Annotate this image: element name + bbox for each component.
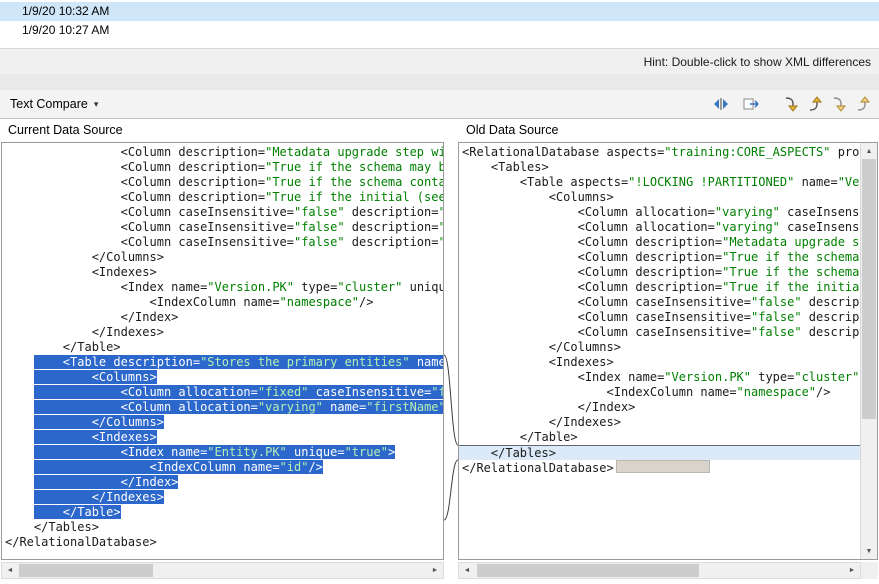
code-line[interactable]: <Column description="True if the initial…	[462, 280, 860, 295]
compare-editor-screen: 1/9/20 10:32 AM1/9/20 10:27 AM Hint: Dou…	[0, 0, 879, 584]
history-list: 1/9/20 10:32 AM1/9/20 10:27 AM	[0, 2, 879, 40]
code-line[interactable]: <Column description="True if the schema …	[462, 250, 860, 265]
diff-connector-lines	[444, 142, 458, 560]
code-line[interactable]: <Column caseInsensitive="false" descript…	[5, 235, 443, 250]
arrow-right-icon: ►	[849, 567, 856, 574]
code-line[interactable]: </Index>	[5, 475, 443, 490]
scroll-down-button[interactable]: ▼	[861, 543, 877, 559]
select-next-difference-icon[interactable]	[779, 94, 803, 114]
code-line[interactable]: </Indexes>	[462, 415, 860, 430]
select-next-change-icon[interactable]	[827, 94, 851, 114]
right-pane-title: Old Data Source	[466, 120, 558, 140]
code-line[interactable]: <Indexes>	[5, 430, 443, 445]
history-row[interactable]: 1/9/20 10:32 AM	[0, 2, 879, 21]
code-line[interactable]: <Column allocation="fixed" caseInsensiti…	[5, 385, 443, 400]
code-line[interactable]: <Column allocation="varying" name="first…	[5, 400, 443, 415]
code-line[interactable]: <Tables>	[462, 160, 860, 175]
code-line[interactable]: <Column description="Metadata upgrade st…	[462, 235, 860, 250]
code-line[interactable]: <IndexColumn name="namespace"/>	[462, 385, 860, 400]
copy-current-change-icon[interactable]	[739, 94, 763, 114]
code-line[interactable]: </Table>	[5, 340, 443, 355]
hint-text: Hint: Double-click to show XML differenc…	[644, 55, 871, 69]
scroll-right-button[interactable]: ►	[427, 563, 443, 578]
code-line[interactable]: <IndexColumn name="namespace"/>	[5, 295, 443, 310]
hint-bar: Hint: Double-click to show XML differenc…	[0, 48, 879, 74]
code-line[interactable]: <Column allocation="varying" caseInsensi…	[462, 205, 860, 220]
code-line[interactable]: <Column description="True if the schema …	[5, 160, 443, 175]
select-previous-difference-icon[interactable]	[803, 94, 827, 114]
toolbar-icons	[709, 94, 875, 114]
arrow-up-icon: ▲	[866, 148, 873, 155]
scroll-left-button[interactable]: ◄	[2, 563, 18, 578]
code-line[interactable]: </Indexes>	[5, 490, 443, 505]
code-line[interactable]: </Columns>	[462, 340, 860, 355]
code-line[interactable]: <Columns>	[462, 190, 860, 205]
arrow-down-icon: ▼	[866, 548, 873, 555]
diff-connector-area	[444, 142, 458, 560]
arrow-left-icon: ◄	[7, 567, 14, 574]
code-line[interactable]: </RelationalDatabase>	[5, 535, 443, 550]
scroll-right-button[interactable]: ►	[844, 563, 860, 578]
scroll-left-button[interactable]: ◄	[459, 563, 475, 578]
compare-mode-label: Text Compare	[10, 97, 88, 111]
code-line[interactable]: </Tables>	[5, 520, 443, 535]
right-horizontal-scrollbar[interactable]: ◄ ►	[458, 562, 861, 579]
arrow-left-icon: ◄	[464, 567, 471, 574]
code-line[interactable]: <Column description="True if the schema …	[5, 175, 443, 190]
select-previous-change-icon[interactable]	[851, 94, 875, 114]
code-line[interactable]: <Column allocation="varying" caseInsensi…	[462, 220, 860, 235]
code-line[interactable]: <IndexColumn name="id"/>	[5, 460, 443, 475]
code-line[interactable]: </Tables>	[459, 445, 860, 460]
left-pane-title: Current Data Source	[8, 120, 123, 140]
code-line[interactable]: <Columns>	[5, 370, 443, 385]
code-line[interactable]: <RelationalDatabase aspects="training:CO…	[462, 145, 860, 160]
left-pane: <Column description="Metadata upgrade st…	[1, 142, 444, 560]
code-line[interactable]: </Table>	[5, 505, 443, 520]
code-line[interactable]: </Table>	[462, 430, 860, 445]
code-line[interactable]: <Column description="True if the schema …	[462, 265, 860, 280]
left-horizontal-scrollbar[interactable]: ◄ ►	[1, 562, 444, 579]
horizontal-scrollbar-thumb[interactable]	[477, 564, 699, 577]
code-line[interactable]: <Index name="Version.PK" type="cluster" …	[462, 370, 860, 385]
diff-insertion-marker	[616, 460, 710, 473]
code-line[interactable]: <Index name="Version.PK" type="cluster" …	[5, 280, 443, 295]
code-line[interactable]: <Table description="Stores the primary e…	[5, 355, 443, 370]
code-right[interactable]: <RelationalDatabase aspects="training:CO…	[459, 143, 860, 559]
splitter-sash[interactable]	[0, 74, 879, 91]
vertical-scrollbar[interactable]: ▲ ▼	[860, 143, 877, 559]
code-line[interactable]: <Indexes>	[462, 355, 860, 370]
chevron-down-icon: ▾	[94, 99, 99, 110]
code-line[interactable]: </RelationalDatabase>	[462, 460, 860, 475]
arrow-right-icon: ►	[432, 567, 439, 574]
code-line[interactable]: </Indexes>	[5, 325, 443, 340]
code-line[interactable]: <Column caseInsensitive="false" descript…	[462, 295, 860, 310]
code-line[interactable]: <Table aspects="!LOCKING !PARTITIONED" n…	[462, 175, 860, 190]
compare-toolbar: Text Compare ▾	[0, 90, 879, 119]
code-line[interactable]: </Index>	[462, 400, 860, 415]
code-left[interactable]: <Column description="Metadata upgrade st…	[2, 143, 443, 559]
code-line[interactable]: <Index name="Entity.PK" unique="true">	[5, 445, 443, 460]
code-line[interactable]: <Column description="True if the initial…	[5, 190, 443, 205]
code-line[interactable]: <Column caseInsensitive="false" descript…	[5, 205, 443, 220]
code-line[interactable]: <Column caseInsensitive="false" descript…	[462, 310, 860, 325]
code-line[interactable]: <Column caseInsensitive="false" descript…	[5, 220, 443, 235]
code-line[interactable]: <Column caseInsensitive="false" descript…	[462, 325, 860, 340]
vertical-scrollbar-thumb[interactable]	[862, 159, 876, 419]
horizontal-scrollbar-thumb[interactable]	[19, 564, 153, 577]
right-pane: <RelationalDatabase aspects="training:CO…	[458, 142, 878, 560]
code-line[interactable]: </Index>	[5, 310, 443, 325]
scroll-up-button[interactable]: ▲	[861, 143, 877, 159]
code-line[interactable]: <Column description="Metadata upgrade st…	[5, 145, 443, 160]
code-line[interactable]: </Columns>	[5, 250, 443, 265]
code-line[interactable]: </Columns>	[5, 415, 443, 430]
history-row[interactable]: 1/9/20 10:27 AM	[0, 21, 879, 40]
code-line[interactable]: <Indexes>	[5, 265, 443, 280]
swap-left-right-icon[interactable]	[709, 94, 733, 114]
compare-mode-dropdown[interactable]: Text Compare ▾	[10, 97, 98, 111]
scrollbar-corner	[861, 562, 878, 579]
